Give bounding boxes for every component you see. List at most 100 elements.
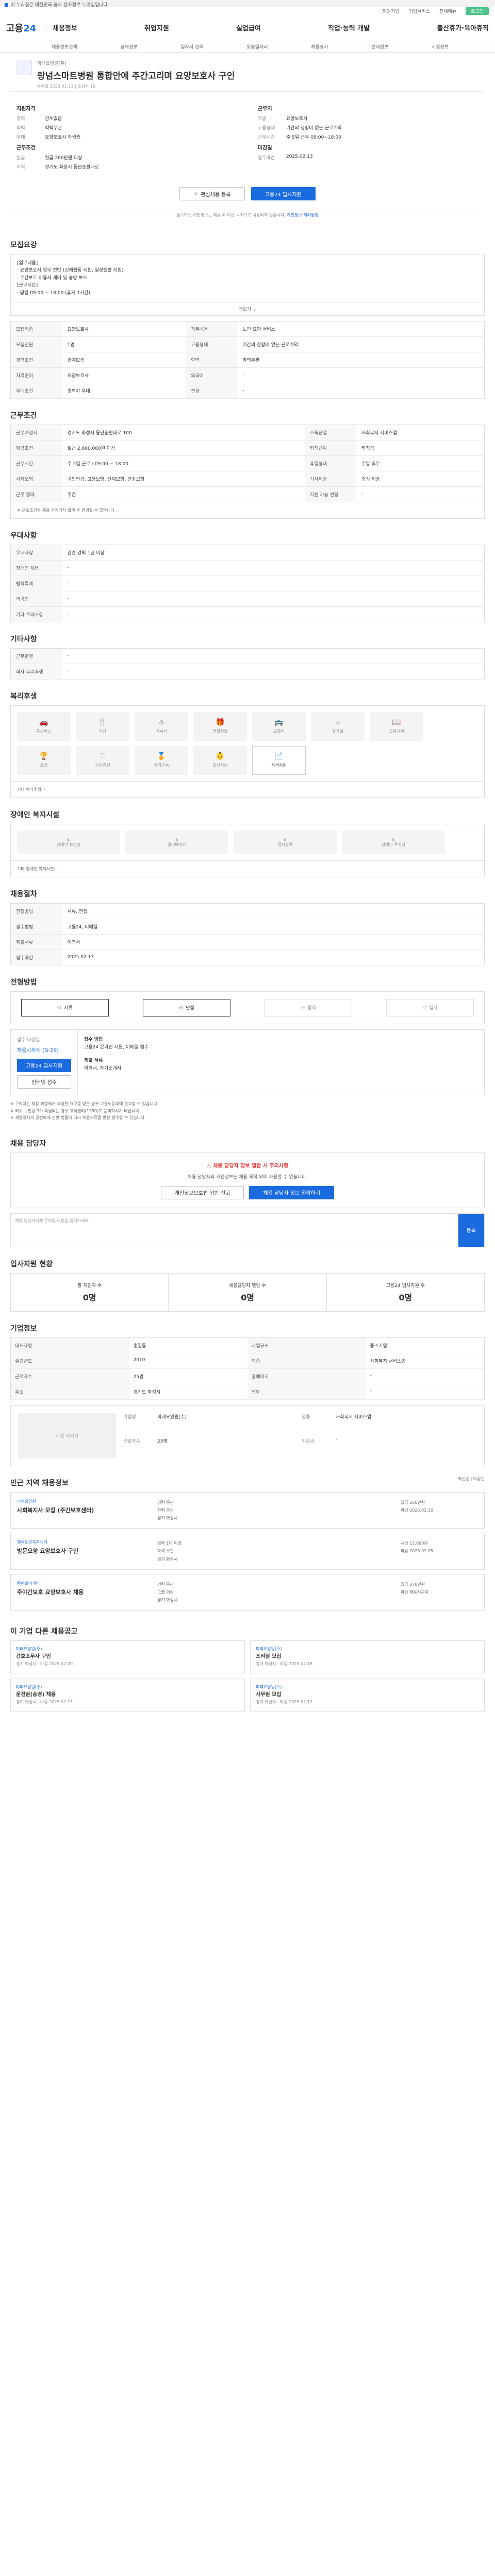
apply-internet-button[interactable]: 인터넷 접수 (17, 1075, 71, 1089)
similar-job-title[interactable]: 사회복지사 모집 (주간보호센터) (17, 1506, 151, 1514)
apply-button[interactable]: 고용24 입사지원 (251, 187, 316, 200)
sort-options[interactable]: 최신순 | 마감순 (458, 1476, 485, 1482)
welfare-label: 교육지원 (389, 729, 404, 734)
table-row: 전형방법 서류, 면접 (10, 903, 485, 919)
subnav-item[interactable]: 맞춤일자리 (246, 43, 268, 50)
similar-job-condition: 경력 무관 (157, 1500, 174, 1505)
table-value: - (62, 560, 485, 576)
qa-input[interactable]: 채용 담당자에게 문의할 내용을 입력하세요. (11, 1213, 458, 1247)
stat-cell: 고용24 입사지원 수 0명 (327, 1274, 484, 1311)
login-button[interactable]: 로그인 (466, 7, 489, 15)
section-title: 근무조건 (10, 411, 37, 420)
similar-job-meta: 시급 12,000원 마감 2025.02.05 (401, 1539, 478, 1563)
chevron-down-icon: ⌄ (253, 307, 257, 312)
step-label: 면접 (186, 1006, 194, 1011)
table-value: 관계없음 (62, 352, 186, 368)
biz-service-link[interactable]: 기업서비스 (409, 8, 430, 14)
view-manager-button[interactable]: 채용 담당자 정보 열람하기 (249, 1185, 335, 1199)
report-button[interactable]: 개인정보보호법 위반 신고 (160, 1185, 244, 1199)
welfare-item: 🚗 통근버스 (17, 711, 71, 741)
nav-leave[interactable]: 출산휴가·육아휴직 (437, 23, 489, 32)
stat-cell: 총 지원자 수 0명 (11, 1273, 169, 1311)
table-key: 전형방법 (10, 903, 62, 919)
similar-job-company[interactable]: 미래요양원 (17, 1499, 151, 1504)
company-key: 근로자수 (11, 1368, 129, 1384)
logo[interactable]: 고용24 (6, 21, 53, 35)
disabled-label: 엘리베이터 (167, 842, 187, 847)
star-icon: ☆ (193, 191, 199, 197)
similar-job-card[interactable]: 동탄실버케어 주야간보호 요양보호사 채용 경력 무관 고졸 이상 경기 화성시 월급 2… (10, 1573, 485, 1611)
table-key: 우대조건 (10, 383, 62, 399)
table-value: - (356, 486, 485, 502)
table-key: 근무시간 (10, 455, 62, 471)
apply-step: ◎ 서류 (21, 998, 109, 1016)
subnav-item[interactable]: 공채정보 (120, 43, 137, 50)
bullet-item: ※ 구직자는 채용 과정에서 부당한 요구를 받은 경우 고용노동부에 신고할 … (10, 1101, 159, 1106)
step-label: 서류 (64, 1006, 73, 1011)
company-value: 25명 (129, 1369, 248, 1384)
table-key: 외국어 (186, 367, 238, 383)
section-title: 기타사항 (10, 635, 37, 643)
similar-job-card[interactable]: 미래요양원 사회복지사 모집 (주간보호센터) 경력 무관 학력 무관 경기 화성시 월급… (10, 1492, 485, 1529)
table-key: 소속산업 (304, 425, 356, 440)
summary-value: 월급 260만원 이상 (45, 156, 82, 161)
summary-row: 지역 경기도 화성시 동탄순환대로 (16, 163, 237, 170)
other-table: 근무환경 - 회사 복리후생 - (10, 648, 485, 680)
summary-value: 2025.02.13 (286, 154, 313, 159)
nav-jobs[interactable]: 채용정보 (53, 23, 77, 32)
table-key: 직무내용 (186, 321, 238, 337)
more-button[interactable]: 더보기 ⌄ (10, 302, 485, 316)
subnav-item[interactable]: 채용행사 (311, 43, 328, 50)
apply-online-button[interactable]: 고용24 입사지원 (17, 1058, 71, 1072)
recommend-item[interactable]: 미래요양원(주) 간호조무사 구인 경기 화성시 · 마감 2025.02.20 (10, 1640, 245, 1674)
qa-submit-button[interactable]: 등록 (458, 1213, 484, 1247)
apply-step: ◎ 면접 (143, 998, 230, 1016)
privacy-link[interactable]: 개인정보 처리방침 (287, 213, 318, 217)
company-key: 대표자명 (11, 1337, 129, 1353)
table-key: 사회보험 (10, 471, 62, 487)
similar-job-company[interactable]: 행복노인복지센터 (17, 1539, 151, 1545)
recommend-item[interactable]: 미래요양원(주) 운전원(송영) 채용 경기 화성시 · 마감 2025.02.15 (10, 1679, 245, 1711)
summary-row: 근무시간 주 5일 근무 09:00~18:00 (258, 133, 478, 140)
welfare-label: 자격지원 (271, 763, 287, 768)
similar-job-title[interactable]: 주야간보호 요양보호사 채용 (17, 1588, 151, 1596)
nav-benefit[interactable]: 실업급여 (236, 23, 261, 32)
table-key: 근무예정지 (10, 425, 62, 440)
summary-value: 기간의 정함이 없는 근로계약 (286, 126, 342, 131)
recommend-item[interactable]: 미래요양원(주) 사무원 모집 경기 화성시 · 마감 2025.02.12 (250, 1679, 485, 1711)
table-value: 주간 (62, 486, 305, 502)
gift-icon: 🎁 (216, 718, 225, 727)
recommend-item[interactable]: 미래요양원(주) 조리원 모집 경기 화성시 · 마감 2025.02.18 (250, 1640, 485, 1674)
table-value: 서류, 면접 (62, 903, 485, 919)
subnav-item[interactable]: 채용정보검색 (52, 43, 77, 50)
book-icon: 📖 (392, 718, 401, 727)
scrap-button[interactable]: ☆ 관심채용 등록 (179, 187, 245, 200)
similar-job-card[interactable]: 행복노인복지센터 방문요양 요양보호사 구인 경력 1년 이상 학력 무관 경기 화성시… (10, 1533, 485, 1570)
similar-job-condition: 고졸 이상 (157, 1590, 174, 1595)
subnav-item[interactable]: 기업정보 (432, 43, 449, 50)
content: 미래요양원(주) 랑넘스마트병원 통합안에 주간고리며 요양보호사 구인 등록일… (5, 53, 490, 1732)
welfare-item: 🏅 장기근속 (135, 745, 188, 775)
section-title: 모집요강 (10, 241, 37, 249)
table-row: 사회보험 국민연금, 고용보험, 산재보험, 건강보험 식사제공 중식 제공 (10, 471, 485, 487)
table-value: 경기도 화성시 동탄순환대로 100 (62, 425, 305, 440)
step-label: 입사 (429, 1006, 438, 1011)
similar-job-title[interactable]: 방문요양 요양보호사 구인 (17, 1547, 151, 1555)
similar-job-meta-item: 월급 250만원 (401, 1500, 425, 1505)
table-value: - (62, 606, 485, 622)
subnav-item[interactable]: 인재정보 (371, 43, 388, 50)
welfare-label: 교통비 (273, 729, 285, 734)
all-menu-link[interactable]: 전체메뉴 (439, 8, 456, 14)
signup-link[interactable]: 회원가입 (383, 8, 400, 14)
similar-job-company[interactable]: 동탄실버케어 (17, 1581, 151, 1586)
company-info-value: - (336, 1437, 338, 1443)
nav-training[interactable]: 직업·능력 개발 (328, 23, 370, 32)
table-value: 노인 요양 서비스 (237, 321, 485, 337)
nav-support[interactable]: 취업지원 (144, 23, 169, 32)
sub-nav: 채용정보검색 공채정보 일자리 검색 맞춤일자리 채용행사 인재정보 기업정보 (0, 41, 495, 53)
job-table: 모집직종 요양보호사 직무내용 노인 요양 서비스 모집인원 1명 고용형태 기간의 정함이 … (10, 320, 485, 399)
heart-icon: ♡ (99, 752, 106, 761)
subnav-item[interactable]: 일자리 검색 (180, 43, 203, 50)
doc-icon: 📄 (274, 752, 284, 761)
company-name[interactable]: 미래요양원(주) (37, 60, 235, 66)
